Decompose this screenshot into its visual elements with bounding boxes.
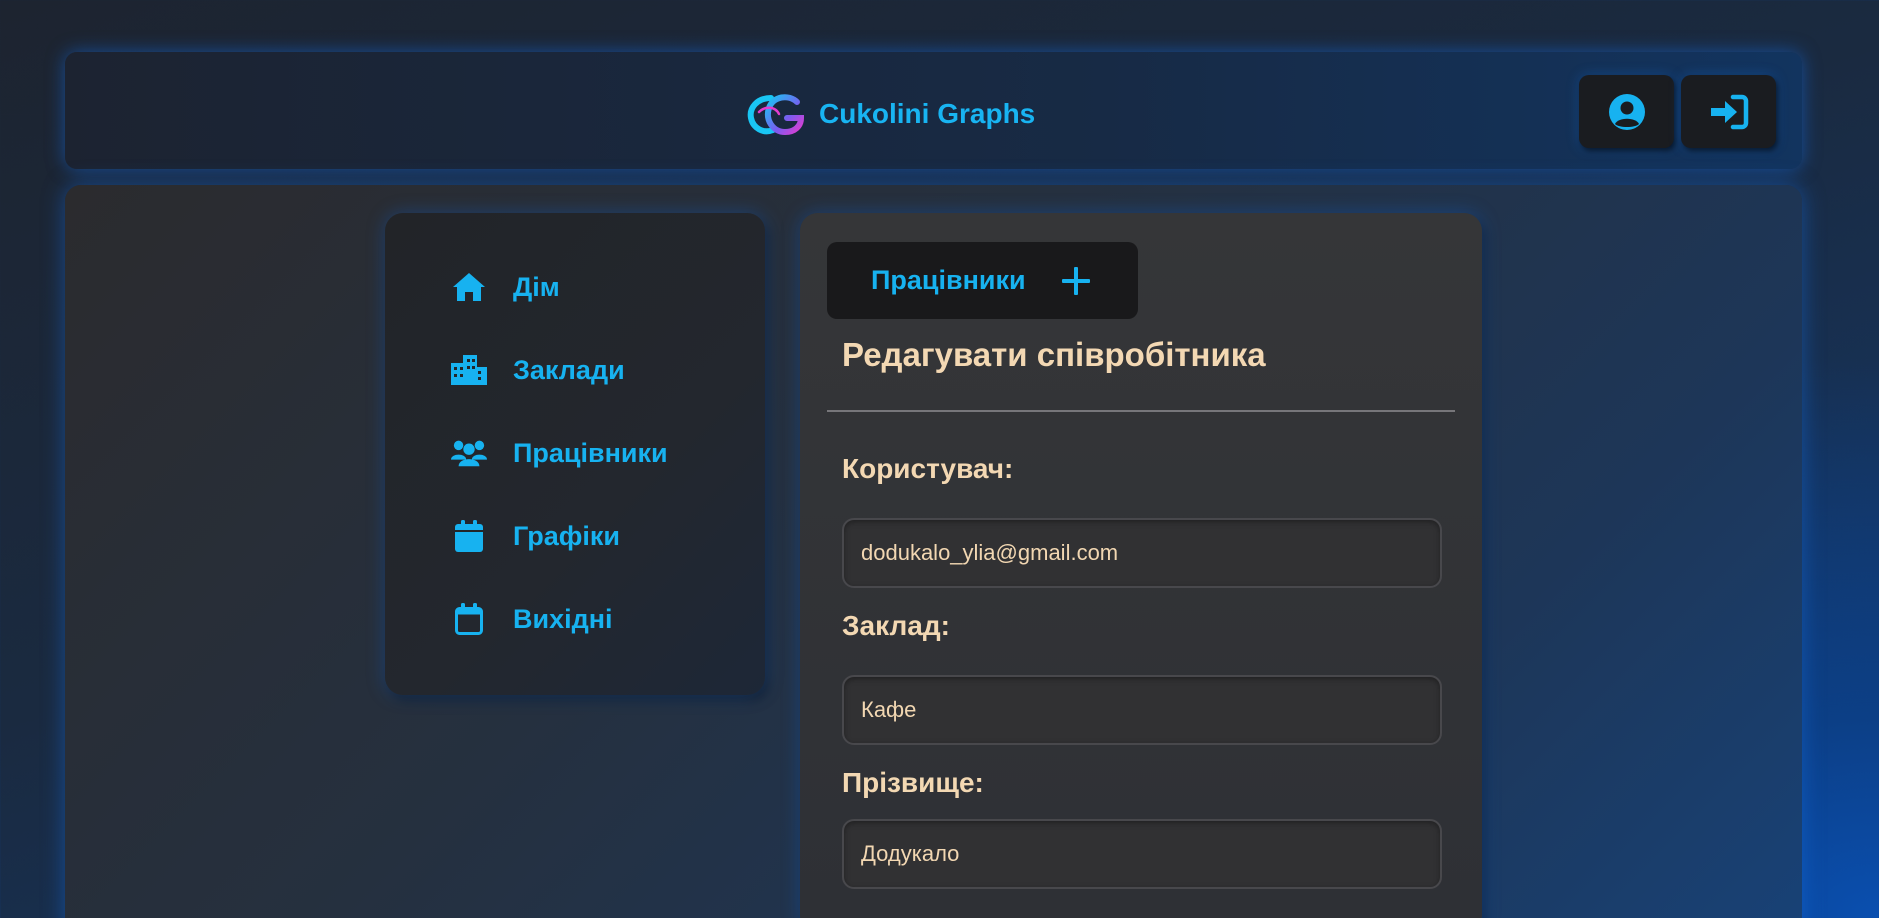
- surname-field-label: Прізвище:: [842, 767, 984, 798]
- user-field-label: Користувач:: [842, 453, 1014, 484]
- establishment-field[interactable]: Кафе: [842, 675, 1442, 745]
- employees-add-button[interactable]: Працівники: [827, 242, 1138, 319]
- sidebar-item-label: Графіки: [513, 520, 621, 551]
- sidebar-item-label: Вихідні: [513, 603, 613, 634]
- login-button[interactable]: [1681, 75, 1776, 148]
- sidebar-item-home[interactable]: Дім: [451, 267, 560, 307]
- user-circle-icon: [1608, 93, 1645, 130]
- sign-in-icon: [1710, 94, 1748, 129]
- edit-employee-panel: Працівники Редагувати співробітника Кори…: [800, 213, 1482, 918]
- sidebar-item-schedules[interactable]: Графіки: [451, 516, 620, 556]
- brand-logo[interactable]: Cukolini Graphs: [745, 90, 1035, 138]
- top-header: Cukolini Graphs: [65, 52, 1802, 169]
- profile-button[interactable]: [1579, 75, 1674, 148]
- sidebar-item-employees[interactable]: Працівники: [451, 433, 668, 473]
- user-email-field[interactable]: dodukalo_ylia@gmail.com: [842, 518, 1442, 588]
- logo-mark-icon: [747, 94, 805, 136]
- surname-field[interactable]: Додукало: [842, 819, 1442, 889]
- brand-name: Cukolini Graphs: [819, 98, 1036, 129]
- buildings-icon: [451, 352, 487, 388]
- divider: [827, 410, 1455, 412]
- sidebar-item-label: Заклади: [513, 354, 625, 385]
- plus-icon: [1061, 266, 1090, 295]
- sidebar-item-establishments[interactable]: Заклади: [451, 350, 625, 390]
- sidebar-item-label: Дім: [513, 271, 560, 302]
- home-icon: [451, 269, 487, 305]
- page-title: Редагувати співробітника: [842, 336, 1266, 373]
- sidebar: Дім Заклади Працівники Графіки Вихідні: [385, 213, 765, 695]
- establishment-field-label: Заклад:: [842, 610, 950, 641]
- calendar-filled-icon: [451, 518, 487, 554]
- sidebar-item-label: Працівники: [513, 437, 668, 468]
- sidebar-item-days-off[interactable]: Вихідні: [451, 599, 613, 639]
- calendar-outline-icon: [451, 601, 487, 637]
- users-icon: [451, 435, 487, 471]
- employees-tab-label: Працівники: [871, 265, 1026, 295]
